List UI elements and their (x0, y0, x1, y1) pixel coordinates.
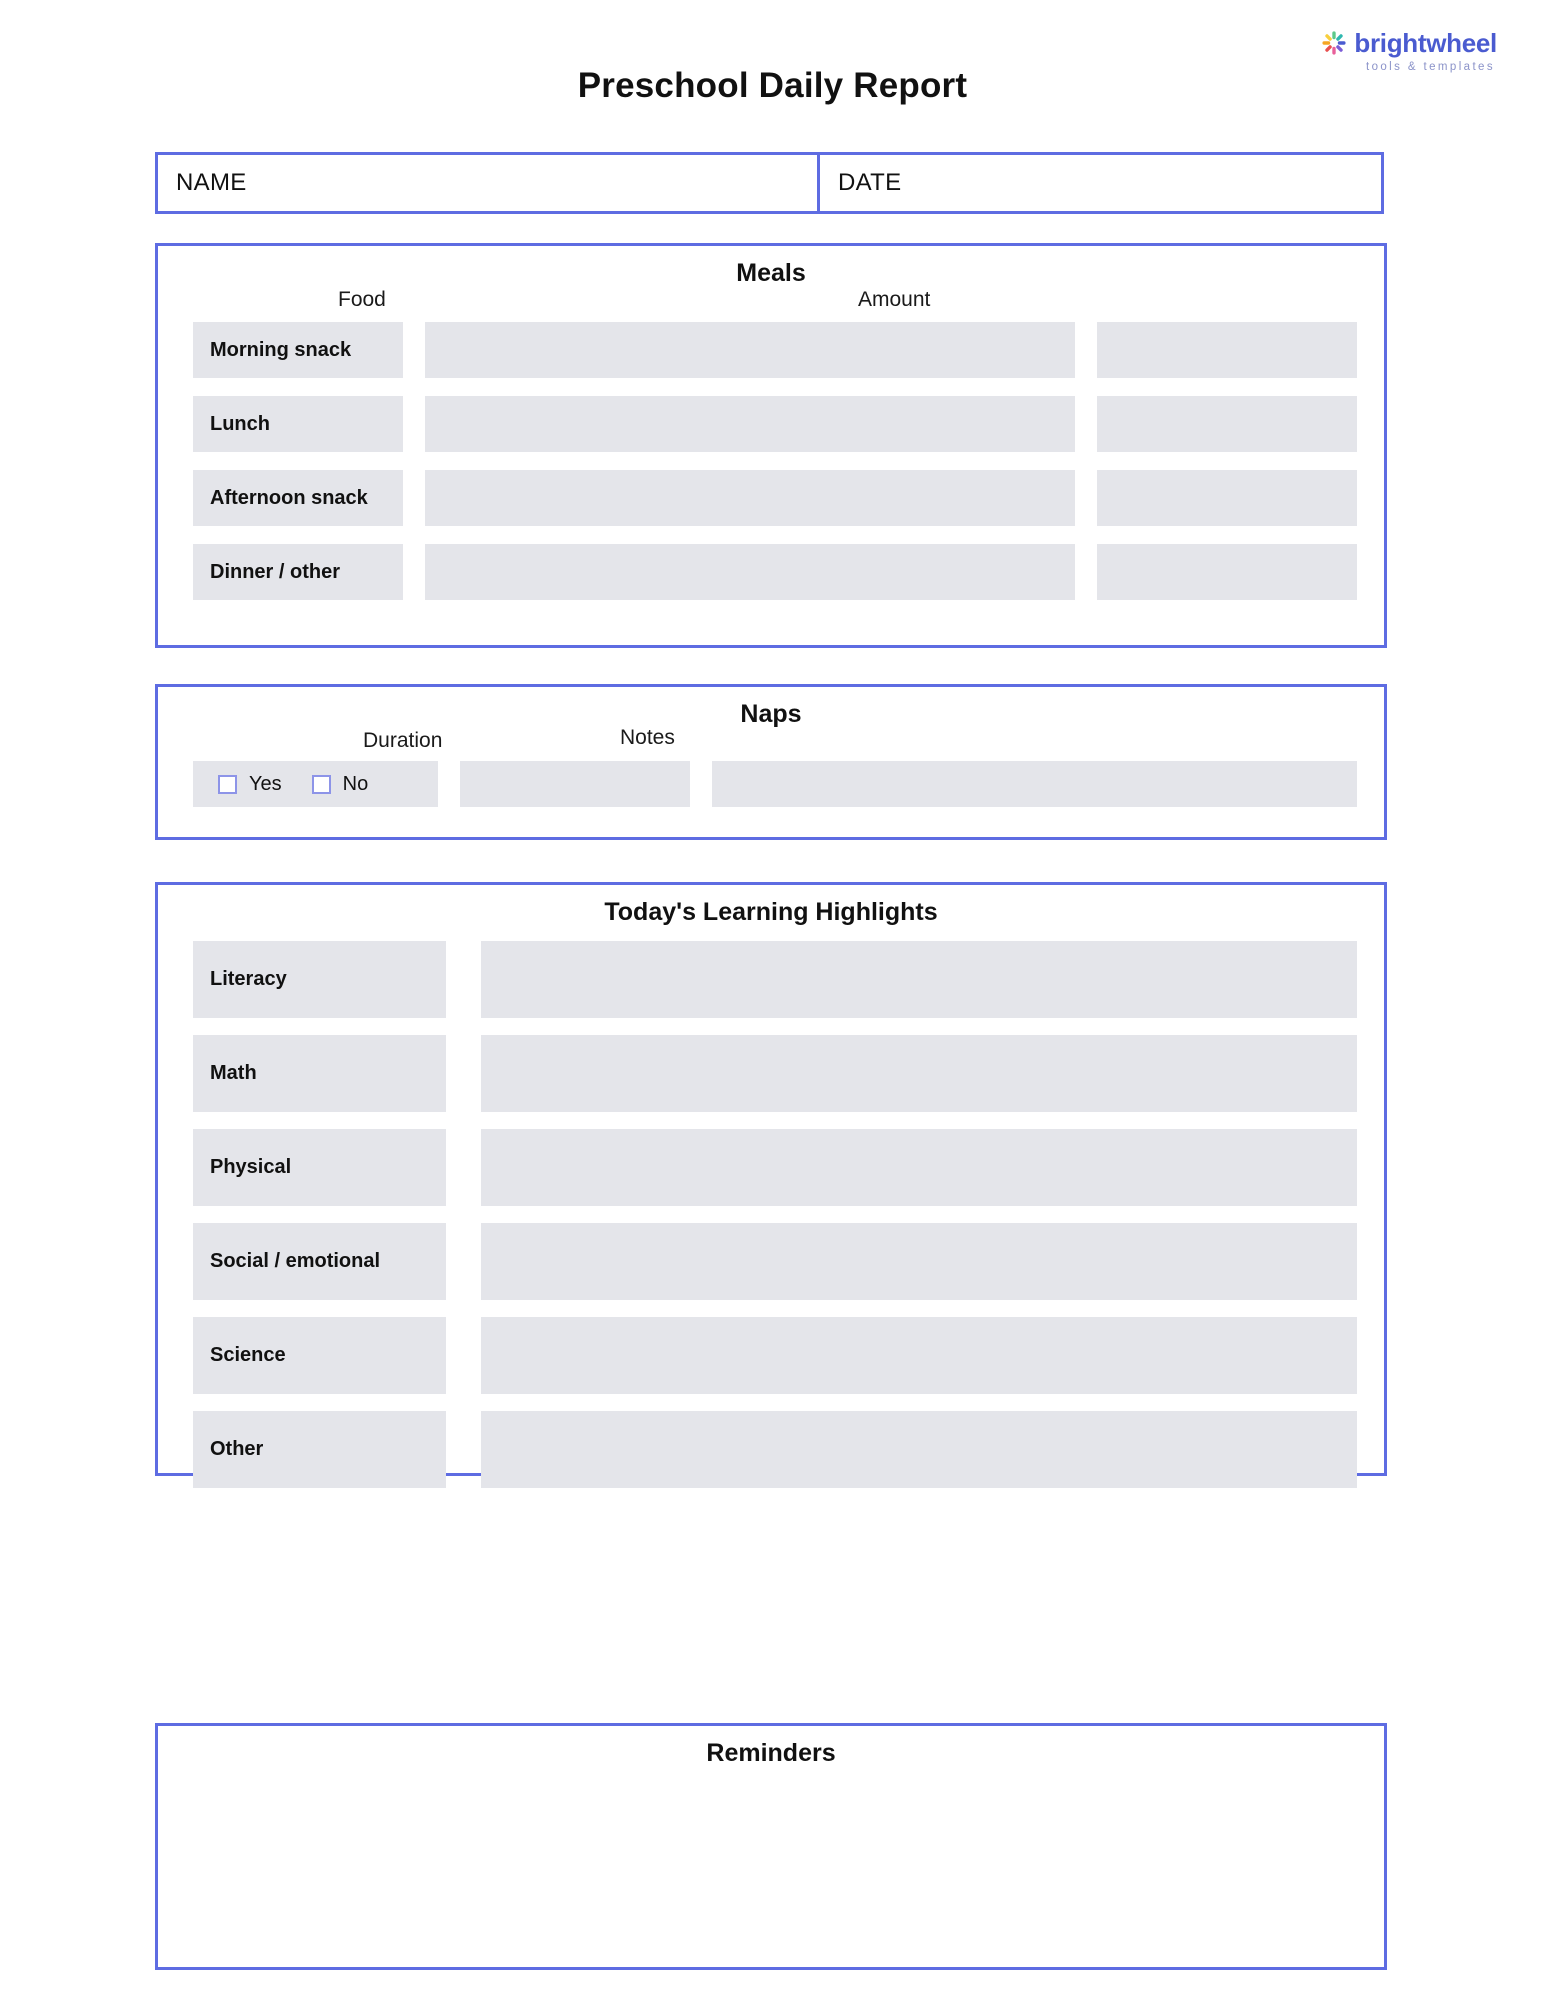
date-label: DATE (838, 169, 902, 196)
naps-row: Yes No (158, 761, 1384, 807)
naps-duration-column-header: Duration (363, 729, 443, 752)
meal-amount-input-lunch[interactable] (1097, 396, 1357, 452)
meals-rows: Morning snack Lunch Afternoon snack Dinn… (158, 322, 1384, 600)
learning-highlights-heading: Today's Learning Highlights (604, 898, 938, 926)
learning-highlights-section: Today's Learning Highlights Literacy Mat… (155, 882, 1387, 1488)
name-field[interactable]: NAME (155, 152, 820, 214)
learning-rows: Literacy Math Physical Social / emotiona… (158, 941, 1384, 1488)
meal-label-dinner-other: Dinner / other (193, 544, 403, 600)
learning-input-math[interactable] (481, 1035, 1357, 1112)
identity-row: NAME DATE (155, 152, 1387, 214)
naps-column-headers: Duration Notes (158, 726, 1384, 757)
meal-food-input-dinner-other[interactable] (425, 544, 1075, 600)
nap-taken-choice-group: Yes No (193, 761, 438, 807)
meals-heading: Meals (736, 259, 806, 287)
brand-name: brightwheel (1354, 28, 1497, 58)
learning-row: Science (193, 1317, 1357, 1394)
brightwheel-logo-icon (1322, 31, 1346, 55)
meal-amount-input-dinner-other[interactable] (1097, 544, 1357, 600)
naps-notes-column-header: Notes (620, 726, 675, 749)
nap-yes-checkbox[interactable] (218, 774, 237, 794)
meals-column-headers: Food Amount (158, 288, 1384, 316)
learning-label-math: Math (193, 1035, 446, 1112)
meals-amount-column-header: Amount (858, 288, 931, 311)
learning-label-literacy: Literacy (193, 941, 446, 1018)
meals-food-column-header: Food (338, 288, 386, 311)
nap-yes-label: Yes (249, 772, 282, 795)
reminders-section[interactable]: Reminders (155, 1723, 1387, 1970)
learning-label-science: Science (193, 1317, 446, 1394)
learning-input-social-emotional[interactable] (481, 1223, 1357, 1300)
learning-input-literacy[interactable] (481, 941, 1357, 1018)
nap-notes-input[interactable] (712, 761, 1357, 807)
nap-duration-input[interactable] (460, 761, 690, 807)
naps-heading: Naps (740, 700, 802, 728)
learning-row: Math (193, 1035, 1357, 1112)
page-title: Preschool Daily Report (577, 66, 968, 105)
meal-row: Lunch (193, 396, 1357, 452)
nap-no-label: No (342, 772, 369, 795)
meal-food-input-morning-snack[interactable] (425, 322, 1075, 378)
meal-amount-input-morning-snack[interactable] (1097, 322, 1357, 378)
date-field[interactable]: DATE (817, 152, 1384, 214)
brand-logo-row: brightwheel (1321, 30, 1497, 56)
reminders-heading: Reminders (706, 1739, 836, 1767)
learning-row: Physical (193, 1129, 1357, 1206)
meal-label-morning-snack: Morning snack (193, 322, 403, 378)
meal-amount-input-afternoon-snack[interactable] (1097, 470, 1357, 526)
meal-row: Dinner / other (193, 544, 1357, 600)
name-label: NAME (176, 169, 247, 196)
learning-row: Literacy (193, 941, 1357, 1018)
learning-input-physical[interactable] (481, 1129, 1357, 1206)
learning-row: Social / emotional (193, 1223, 1357, 1300)
learning-input-other[interactable] (481, 1411, 1357, 1488)
learning-input-science[interactable] (481, 1317, 1357, 1394)
meal-label-afternoon-snack: Afternoon snack (193, 470, 403, 526)
nap-no-checkbox[interactable] (311, 774, 331, 794)
meal-food-input-afternoon-snack[interactable] (425, 470, 1075, 526)
meal-row: Afternoon snack (193, 470, 1357, 526)
meals-section: Meals Food Amount Morning snack Lunch Af… (155, 243, 1387, 648)
learning-row: Other (193, 1411, 1357, 1488)
learning-label-other: Other (193, 1411, 446, 1488)
learning-label-physical: Physical (193, 1129, 446, 1206)
learning-label-social-emotional: Social / emotional (193, 1223, 446, 1300)
naps-section: Naps Duration Notes Yes No (155, 684, 1387, 840)
meal-food-input-lunch[interactable] (425, 396, 1075, 452)
daily-report-page: brightwheel tools & templates Preschool … (0, 0, 1545, 2000)
meal-label-lunch: Lunch (193, 396, 403, 452)
meal-row: Morning snack (193, 322, 1357, 378)
